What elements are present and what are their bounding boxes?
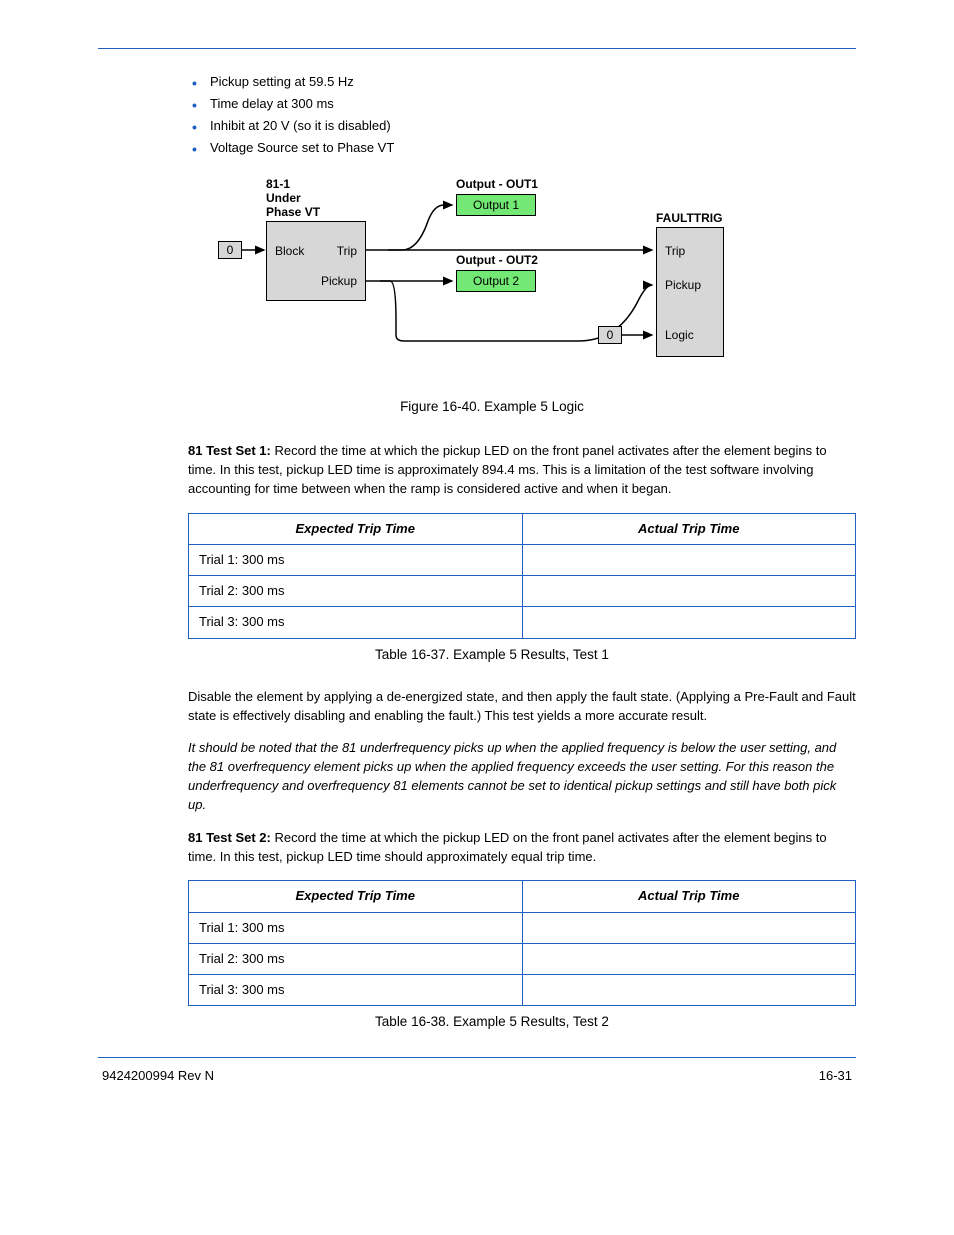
block-81-line0: 81-1: [266, 177, 290, 191]
table-cell: [522, 943, 856, 974]
paragraph-test2: 81 Test Set 2: Record the time at which …: [188, 829, 856, 867]
zero-label: 0: [227, 243, 234, 257]
table-row: Trial 2: 300 ms: [189, 943, 856, 974]
test2-text: Record the time at which the pickup LED …: [188, 830, 827, 864]
table-row: Trial 1: 300 ms: [189, 912, 856, 943]
table-header-cell: Actual Trip Time: [522, 881, 856, 912]
paragraph-note-text: It should be noted that the 81 underfreq…: [188, 740, 836, 812]
table-row: Trial 2: 300 ms: [189, 576, 856, 607]
list-item: Voltage Source set to Phase VT: [188, 139, 856, 158]
zero-label: 0: [607, 328, 614, 342]
output2-label: Output 2: [473, 274, 519, 288]
table-cell: Trial 3: 300 ms: [189, 607, 523, 638]
paragraph-disable: Disable the element by applying a de-ene…: [188, 688, 856, 726]
settings-bullets: Pickup setting at 59.5 Hz Time delay at …: [188, 73, 856, 157]
bullet-text: Voltage Source set to Phase VT: [210, 140, 394, 155]
faulttrig-title: FAULTTRIG: [656, 211, 722, 225]
paragraph-test1: 81 Test Set 1: Record the time at which …: [188, 442, 856, 499]
list-item: Time delay at 300 ms: [188, 95, 856, 114]
table-caption-2: Table 16-38. Example 5 Results, Test 2: [188, 1014, 856, 1029]
bottom-rule: [98, 1057, 856, 1058]
table-header-cell: Actual Trip Time: [522, 513, 856, 544]
test1-lead: 81 Test Set 1:: [188, 443, 274, 458]
block-81-pickup: Pickup: [321, 274, 357, 288]
bullet-text: Pickup setting at 59.5 Hz: [210, 74, 354, 89]
table-cell: [522, 607, 856, 638]
faulttrig-logic: Logic: [665, 328, 694, 342]
list-item: Pickup setting at 59.5 Hz: [188, 73, 856, 92]
table-header-cell: Expected Trip Time: [189, 881, 523, 912]
table-cell: [522, 974, 856, 1005]
table-cell: Trial 3: 300 ms: [189, 974, 523, 1005]
table-header-row: Expected Trip Time Actual Trip Time: [189, 881, 856, 912]
block-81-box: Block Trip Pickup: [266, 221, 366, 301]
test1-text: Record the time at which the pickup LED …: [188, 443, 827, 496]
table-row: Trial 3: 300 ms: [189, 974, 856, 1005]
table-cell: Trial 1: 300 ms: [189, 912, 523, 943]
results-table-2: Expected Trip Time Actual Trip Time Tria…: [188, 880, 856, 1006]
block-81-line1: Under: [266, 191, 301, 205]
table-header-row: Expected Trip Time Actual Trip Time: [189, 513, 856, 544]
bullet-text: Inhibit at 20 V (so it is disabled): [210, 118, 391, 133]
output1-label: Output 1: [473, 198, 519, 212]
footer-left: 9424200994 Rev N: [102, 1068, 214, 1083]
faulttrig-trip: Trip: [665, 244, 685, 258]
block-81-trip: Trip: [337, 244, 357, 258]
table-row: Trial 1: 300 ms: [189, 545, 856, 576]
logic-diagram: 81-1 Under Phase VT Block Trip Pickup 0 …: [218, 171, 856, 391]
zero-box-1: 0: [218, 241, 242, 259]
output2-box: Output 2: [456, 270, 536, 292]
output1-box: Output 1: [456, 194, 536, 216]
faulttrig-box: Trip Pickup Logic: [656, 227, 724, 357]
block-81-block: Block: [275, 244, 304, 258]
test2-lead: 81 Test Set 2:: [188, 830, 274, 845]
results-table-1: Expected Trip Time Actual Trip Time Tria…: [188, 513, 856, 639]
table-row: Trial 3: 300 ms: [189, 607, 856, 638]
zero-box-2: 0: [598, 326, 622, 344]
bullet-text: Time delay at 300 ms: [210, 96, 334, 111]
paragraph-disable-text: Disable the element by applying a de-ene…: [188, 689, 856, 723]
table-cell: [522, 912, 856, 943]
table-cell: Trial 2: 300 ms: [189, 943, 523, 974]
faulttrig-pickup: Pickup: [665, 278, 701, 292]
table-header-cell: Expected Trip Time: [189, 513, 523, 544]
table-caption-1: Table 16-37. Example 5 Results, Test 1: [188, 647, 856, 662]
output2-title: Output - OUT2: [456, 253, 538, 267]
list-item: Inhibit at 20 V (so it is disabled): [188, 117, 856, 136]
table-cell: Trial 1: 300 ms: [189, 545, 523, 576]
paragraph-note: It should be noted that the 81 underfreq…: [188, 739, 856, 814]
footer-right: 16-31: [819, 1068, 852, 1083]
top-rule: [98, 48, 856, 49]
output1-title: Output - OUT1: [456, 177, 538, 191]
figure-caption: Figure 16-40. Example 5 Logic: [188, 399, 856, 414]
table-cell: Trial 2: 300 ms: [189, 576, 523, 607]
block-81-line2: Phase VT: [266, 205, 320, 219]
table-cell: [522, 576, 856, 607]
table-cell: [522, 545, 856, 576]
page-footer: 9424200994 Rev N 16-31: [98, 1068, 856, 1083]
